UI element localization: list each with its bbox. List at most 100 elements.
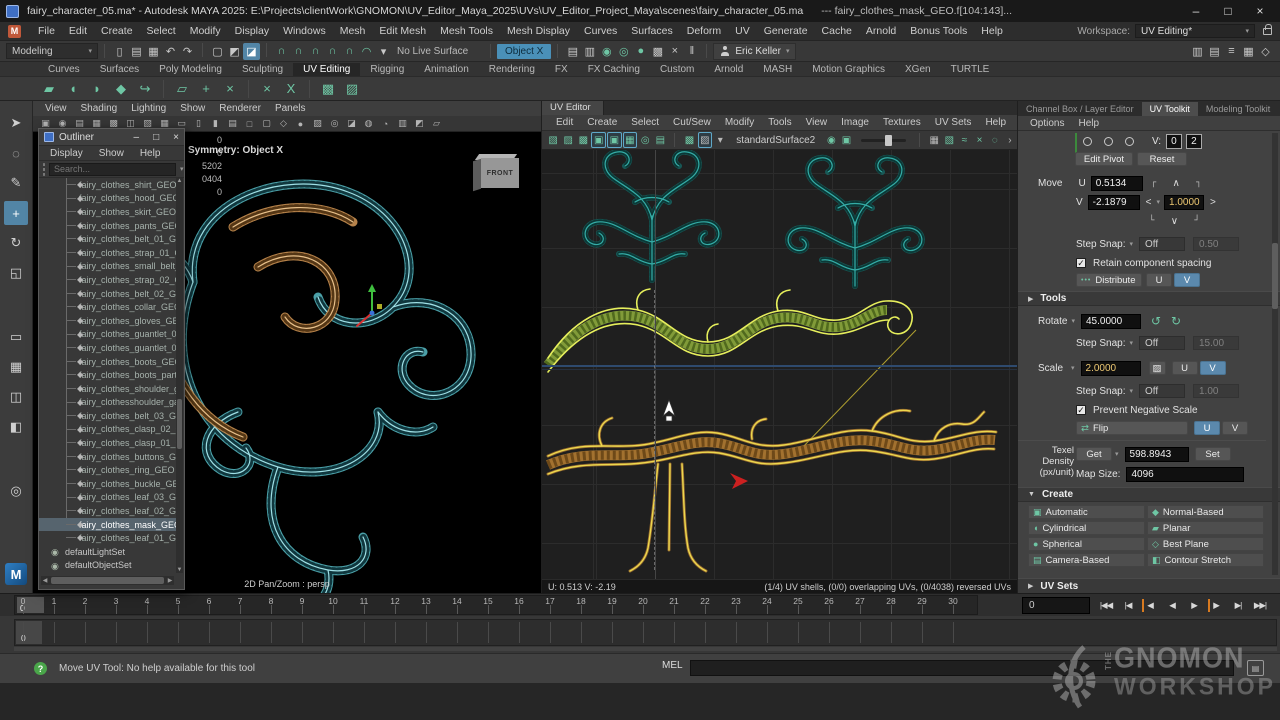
- chevron-down-icon[interactable]: ▾: [1157, 198, 1161, 206]
- scroll-down-icon[interactable]: ▼: [176, 567, 183, 573]
- render-icon[interactable]: ◎: [615, 43, 632, 60]
- menu-windows[interactable]: Windows: [276, 25, 333, 37]
- flip-u-button[interactable]: U: [1194, 421, 1220, 435]
- texel-density-field[interactable]: 598.8943: [1125, 447, 1189, 462]
- spherical-button[interactable]: ●Spherical: [1028, 537, 1145, 551]
- play-forward-button[interactable]: ▶: [1184, 596, 1204, 615]
- outliner-item[interactable]: ◆fairy_clothes_gloves_GEO: [39, 314, 176, 328]
- best-plane-button[interactable]: ◇Best Plane: [1147, 537, 1264, 551]
- outliner-item[interactable]: ◆fairy_clothes_guantlet_02_G: [39, 341, 176, 355]
- pivot-radio-1[interactable]: [1083, 137, 1092, 146]
- automatic-button[interactable]: ▣Automatic: [1028, 505, 1145, 519]
- menu-bonus-tools[interactable]: Bonus Tools: [903, 25, 974, 37]
- viewport-menu-renderer[interactable]: Renderer: [213, 103, 267, 114]
- symmetry-field[interactable]: Object X: [497, 44, 551, 59]
- automatic-projection-icon[interactable]: ◆: [110, 79, 132, 99]
- uv-menu-tools[interactable]: Tools: [762, 117, 797, 128]
- menu-uv[interactable]: UV: [728, 25, 757, 37]
- maximize-button[interactable]: □: [1214, 2, 1242, 20]
- texel-set-button[interactable]: Set: [1195, 447, 1231, 461]
- four-pane-layout-button[interactable]: ▦: [4, 355, 28, 379]
- normal-based-button[interactable]: ◆Normal-Based: [1147, 505, 1264, 519]
- scale-step-snap-field[interactable]: Off: [1139, 384, 1185, 398]
- pivot-radio-2[interactable]: [1104, 137, 1113, 146]
- distribute-v-button[interactable]: V: [1174, 273, 1200, 287]
- pivot-v2-field[interactable]: 2: [1186, 134, 1202, 149]
- shelf-tab-motion-graphics[interactable]: Motion Graphics: [802, 63, 895, 76]
- rotate-ccw-icon[interactable]: ↺: [1151, 314, 1161, 328]
- viewport-menu-show[interactable]: Show: [174, 103, 211, 114]
- checker-map-icon[interactable]: ▩: [317, 79, 339, 99]
- time-slider-ruler[interactable]: 0 01234567891011121314151617181920212223…: [14, 595, 978, 615]
- tab-uv-toolkit[interactable]: UV Toolkit: [1142, 102, 1198, 116]
- reset-pivot-button[interactable]: Reset: [1137, 152, 1187, 166]
- split-layout-button[interactable]: ◧: [4, 415, 28, 439]
- save-scene-icon[interactable]: ▦: [145, 43, 162, 60]
- contour-stretch-icon[interactable]: ↪: [134, 79, 156, 99]
- scroll-up-icon[interactable]: ▲: [176, 178, 183, 184]
- select-hierarchy-icon[interactable]: ▢: [209, 43, 226, 60]
- menu-select[interactable]: Select: [140, 25, 183, 37]
- lock-workspace-icon[interactable]: [1263, 28, 1272, 35]
- outliner-item[interactable]: ◆fairy_clothes_hood_GEO: [39, 192, 176, 206]
- alpha-channel-icon[interactable]: ▣: [839, 132, 853, 148]
- menu-modify[interactable]: Modify: [183, 25, 228, 37]
- tool-settings-toggle-icon[interactable]: ▤: [1206, 43, 1223, 60]
- lasso-tool[interactable]: ◌: [4, 141, 28, 165]
- gate-mask-icon[interactable]: ▮: [207, 117, 224, 131]
- outliner-item[interactable]: ◆fairy_clothes_leaf_03_GEO: [39, 491, 176, 505]
- view-cube[interactable]: FRONT: [473, 154, 519, 190]
- filter-icon[interactable]: [43, 163, 45, 176]
- flip-v-button[interactable]: V: [1222, 421, 1248, 435]
- uv-texture-borders-icon[interactable]: ▨: [561, 132, 575, 148]
- menu-create[interactable]: Create: [94, 25, 140, 37]
- checker-map-2-icon[interactable]: ▨: [341, 79, 363, 99]
- menu-surfaces[interactable]: Surfaces: [624, 25, 679, 37]
- toolkit-menu-help[interactable]: Help: [1072, 118, 1105, 129]
- outliner-item[interactable]: ◆fairy_clothes_strap_02_GEO: [39, 273, 176, 287]
- textured-icon[interactable]: ▨: [309, 117, 326, 131]
- menu-generate[interactable]: Generate: [757, 25, 815, 37]
- tools-section-header[interactable]: ▶Tools: [1018, 291, 1280, 306]
- unfold-tool-icon[interactable]: ◌: [988, 132, 1002, 148]
- viewport-menu-shading[interactable]: Shading: [75, 103, 124, 114]
- grid-toggle-icon[interactable]: ▦: [623, 132, 638, 148]
- menu-cache[interactable]: Cache: [815, 25, 859, 37]
- xray-icon[interactable]: ▱: [428, 117, 445, 131]
- command-line-language-toggle[interactable]: MEL: [662, 660, 683, 671]
- image-dim-slider[interactable]: [861, 139, 907, 142]
- outliner-item[interactable]: ◆fairy_clothes_pants_GEO: [39, 219, 176, 233]
- live-surface-field[interactable]: No Live Surface: [392, 44, 484, 59]
- shelf-tab-rigging[interactable]: Rigging: [360, 63, 414, 76]
- maya-logo-icon[interactable]: M: [8, 25, 21, 38]
- close-button[interactable]: ×: [1246, 2, 1274, 20]
- open-scene-icon[interactable]: ▤: [128, 43, 145, 60]
- texture-swatch-icon[interactable]: ▩: [682, 132, 696, 148]
- outliner-item[interactable]: ◆fairy_clothes_small_belt_GE: [39, 260, 176, 274]
- pause-icon[interactable]: ‖: [683, 43, 700, 60]
- menu-set-selector[interactable]: Modeling ▾: [6, 43, 98, 59]
- move-step-increment-field[interactable]: 0.50: [1193, 237, 1239, 251]
- cut-uv-icon[interactable]: ×: [256, 79, 278, 99]
- output-connections-icon[interactable]: ▥: [581, 43, 598, 60]
- uv-menu-uv-sets[interactable]: UV Sets: [929, 117, 978, 128]
- go-to-start-button[interactable]: |◀◀: [1096, 596, 1116, 615]
- tab-modeling-toolkit[interactable]: Modeling Toolkit: [1198, 102, 1278, 116]
- flip-button[interactable]: ⇄Flip: [1076, 421, 1188, 435]
- outliner-item[interactable]: ◆fairy_clothes_buckle_GEO: [39, 477, 176, 491]
- scale-tool[interactable]: ◱: [4, 261, 28, 285]
- overflow-arrow[interactable]: ›: [1003, 132, 1017, 148]
- redo-icon[interactable]: ↷: [179, 43, 196, 60]
- select-tool[interactable]: ➤: [4, 111, 28, 135]
- safe-action-icon[interactable]: □: [241, 117, 258, 131]
- workspace-selector[interactable]: UV Editing* ▾: [1135, 24, 1255, 38]
- step-forward-key-button[interactable]: ▶|: [1228, 596, 1248, 615]
- mel-command-input[interactable]: [690, 660, 1234, 676]
- delete-uvs-icon[interactable]: ×: [219, 79, 241, 99]
- prevent-negative-scale-checkbox[interactable]: ✓: [1076, 405, 1086, 415]
- retain-spacing-checkbox[interactable]: ✓: [1076, 258, 1086, 268]
- edit-pivot-button[interactable]: Edit Pivot: [1075, 152, 1133, 166]
- nudge-down-button[interactable]: ∨: [1164, 216, 1184, 227]
- rotate-cw-icon[interactable]: ↻: [1171, 314, 1181, 328]
- uv-menu-textures[interactable]: Textures: [877, 117, 927, 128]
